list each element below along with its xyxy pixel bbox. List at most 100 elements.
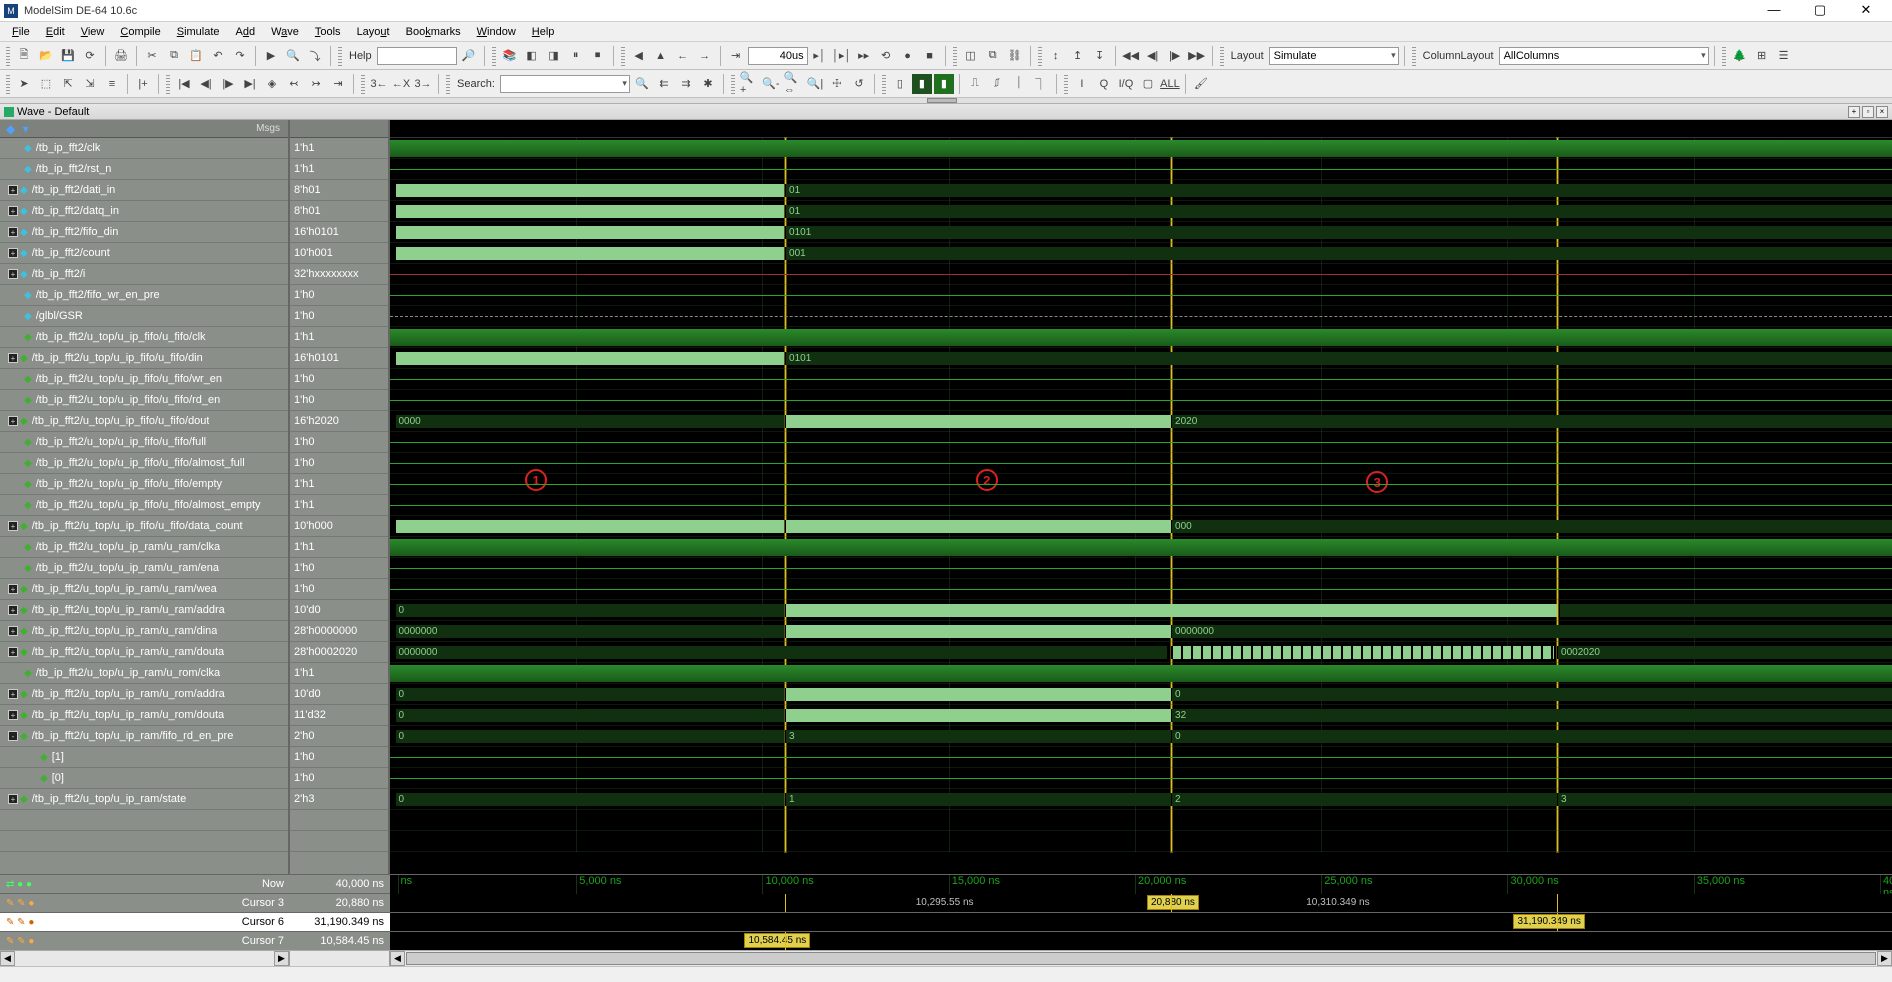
- toolbar-grip[interactable]: [953, 46, 957, 66]
- cursor7-icons[interactable]: ✎ ✎ ●: [6, 936, 34, 947]
- jump-next-edge-icon[interactable]: |▶: [218, 74, 238, 94]
- search-clear-icon[interactable]: ✱: [698, 74, 718, 94]
- jump-last-edge-icon[interactable]: ▶|: [240, 74, 260, 94]
- toggle-iq-icon[interactable]: I/Q: [1116, 74, 1136, 94]
- toolbar-scroll[interactable]: [0, 98, 1892, 104]
- edge1-icon[interactable]: ⇱: [58, 74, 78, 94]
- pointer-icon[interactable]: ➤: [14, 74, 34, 94]
- menu-window[interactable]: Window: [469, 24, 524, 40]
- print-icon[interactable]: 🖨: [111, 46, 131, 66]
- signal-row[interactable]: ◆/tb_ip_fft2/u_top/u_ip_fifo/u_fifo/empt…: [0, 474, 288, 495]
- next-ann-icon[interactable]: ↣: [306, 74, 326, 94]
- signal-row[interactable]: +◆/tb_ip_fft2/u_top/u_ip_ram/u_ram/dina: [0, 621, 288, 642]
- signal-row[interactable]: ◆/tb_ip_fft2/fifo_wr_en_pre: [0, 285, 288, 306]
- trace3-icon[interactable]: 3→: [413, 74, 433, 94]
- signal-row[interactable]: ◆/tb_ip_fft2/u_top/u_ip_ram/u_rom/clka: [0, 663, 288, 684]
- wave-scroll-left-icon[interactable]: ◀: [390, 951, 405, 966]
- search-next-icon[interactable]: ⇉: [676, 74, 696, 94]
- signal-row[interactable]: ◆/tb_ip_fft2/u_top/u_ip_fifo/u_fifo/rd_e…: [0, 390, 288, 411]
- toolbar-grip[interactable]: [1064, 74, 1068, 94]
- toolbar-grip[interactable]: [166, 74, 170, 94]
- signal-row[interactable]: +◆/tb_ip_fft2/u_top/u_ip_ram/u_rom/douta: [0, 705, 288, 726]
- toggle-all-icon[interactable]: ALL: [1160, 74, 1180, 94]
- zoom-last-icon[interactable]: ↺: [849, 74, 869, 94]
- next-edge-icon[interactable]: |▶: [1165, 46, 1185, 66]
- cursor-add-icon[interactable]: |+: [133, 74, 153, 94]
- help-go-icon[interactable]: 🔎: [459, 46, 479, 66]
- menu-bookmarks[interactable]: Bookmarks: [398, 24, 469, 40]
- close-button[interactable]: ✕: [1852, 1, 1880, 21]
- design-icon[interactable]: ◧: [522, 46, 542, 66]
- treeview-icon[interactable]: 🌲: [1730, 46, 1750, 66]
- run-icon[interactable]: ▸│: [810, 46, 830, 66]
- expand-toggle-icon[interactable]: +: [8, 626, 18, 636]
- cursor3-row[interactable]: ✎ ✎ ●Cursor 3 20,880 ns 10,295.55 ns 20,…: [0, 893, 1892, 912]
- trace-icon[interactable]: 3←: [369, 74, 389, 94]
- wave-dock-button[interactable]: +: [1848, 106, 1860, 118]
- collapse-icon[interactable]: ↥: [1068, 46, 1088, 66]
- signal-row[interactable]: +◆/tb_ip_fft2/dati_in: [0, 180, 288, 201]
- wave-scroll-thumb[interactable]: [406, 952, 1876, 965]
- signal-row[interactable]: ◆/tb_ip_fft2/rst_n: [0, 159, 288, 180]
- find-next-icon[interactable]: ⤵: [305, 46, 325, 66]
- run-length-input[interactable]: [748, 47, 808, 65]
- expand-toggle-icon[interactable]: +: [8, 689, 18, 699]
- prev-edge-icon[interactable]: ◀|: [1143, 46, 1163, 66]
- restart-icon[interactable]: ⟲: [876, 46, 896, 66]
- find-icon[interactable]: 🔍: [283, 46, 303, 66]
- zoom-in-icon[interactable]: 🔍+: [739, 74, 759, 94]
- toolbar-grip[interactable]: [1220, 46, 1224, 66]
- toolbar-grip[interactable]: [621, 46, 625, 66]
- expand-toggle-icon[interactable]: +: [8, 416, 18, 426]
- signal-row[interactable]: +◆/tb_ip_fft2/u_top/u_ip_ram/u_ram/addra: [0, 600, 288, 621]
- runall-icon[interactable]: │▸│: [832, 46, 852, 66]
- reload-icon[interactable]: ⟳: [80, 46, 100, 66]
- copy-icon[interactable]: ⧉: [164, 46, 184, 66]
- prev-ann-icon[interactable]: ↢: [284, 74, 304, 94]
- scroll-right-arrow-icon[interactable]: ▶: [274, 951, 289, 966]
- zoom-sel-icon[interactable]: ☩: [827, 74, 847, 94]
- expand-toggle-icon[interactable]: +: [8, 710, 18, 720]
- toolbar-grip[interactable]: [1038, 46, 1042, 66]
- help-input[interactable]: [377, 47, 457, 65]
- scroll-left-arrow-icon[interactable]: ◀: [0, 951, 15, 966]
- step-icon[interactable]: ⇥: [726, 46, 746, 66]
- sim-icon[interactable]: ◨: [544, 46, 564, 66]
- prev-trans-icon[interactable]: ◀◀: [1121, 46, 1141, 66]
- open-icon[interactable]: 📂: [36, 46, 56, 66]
- signal-row[interactable]: +◆/tb_ip_fft2/fifo_din: [0, 222, 288, 243]
- wave-scroll-right-icon[interactable]: ▶: [1877, 951, 1892, 966]
- menu-layout[interactable]: Layout: [349, 24, 398, 40]
- compile-icon[interactable]: ▶: [261, 46, 281, 66]
- edge2-icon[interactable]: ⇲: [80, 74, 100, 94]
- trace2-icon[interactable]: ←X: [391, 74, 411, 94]
- brush-icon[interactable]: 🖌: [1191, 74, 1211, 94]
- edge3-icon[interactable]: ≡: [102, 74, 122, 94]
- waveview-2-icon[interactable]: ▮: [912, 74, 932, 94]
- signal-row[interactable]: +◆/tb_ip_fft2/count: [0, 243, 288, 264]
- linked-icon[interactable]: ⛓: [1005, 46, 1025, 66]
- signal-row[interactable]: +◆/tb_ip_fft2/datq_in: [0, 201, 288, 222]
- signal-row[interactable]: ◆/tb_ip_fft2/u_top/u_ip_ram/u_ram/ena: [0, 558, 288, 579]
- signal-row[interactable]: -◆/tb_ip_fft2/u_top/u_ip_ram/fifo_rd_en_…: [0, 726, 288, 747]
- stop2-icon[interactable]: ■: [920, 46, 940, 66]
- signal-row[interactable]: ◆[0]: [0, 768, 288, 789]
- signal-row[interactable]: +◆/tb_ip_fft2/u_top/u_ip_ram/u_ram/wea: [0, 579, 288, 600]
- menu-wave[interactable]: Wave: [263, 24, 307, 40]
- up-icon[interactable]: ▲: [651, 46, 671, 66]
- cursor7-track[interactable]: 10,584.45 ns: [390, 932, 1892, 950]
- wave-close-button[interactable]: ×: [1876, 106, 1888, 118]
- toolbar-grip[interactable]: [361, 74, 365, 94]
- back-icon[interactable]: ◀: [629, 46, 649, 66]
- cursor6-icons[interactable]: ✎ ✎ ●: [6, 917, 34, 928]
- jump-first-edge-icon[interactable]: |◀: [174, 74, 194, 94]
- select-icon[interactable]: ⬚: [36, 74, 56, 94]
- dock-icon[interactable]: ◫: [961, 46, 981, 66]
- signal-row[interactable]: +◆/tb_ip_fft2/u_top/u_ip_ram/u_rom/addra: [0, 684, 288, 705]
- expand-toggle-icon[interactable]: +: [8, 269, 18, 279]
- goto-icon[interactable]: ⇥: [328, 74, 348, 94]
- continue-icon[interactable]: ▸▸: [854, 46, 874, 66]
- toolbar-grip[interactable]: [6, 46, 10, 66]
- signal-row[interactable]: ◆/tb_ip_fft2/u_top/u_ip_fifo/u_fifo/almo…: [0, 495, 288, 516]
- struct-icon[interactable]: ⊞: [1752, 46, 1772, 66]
